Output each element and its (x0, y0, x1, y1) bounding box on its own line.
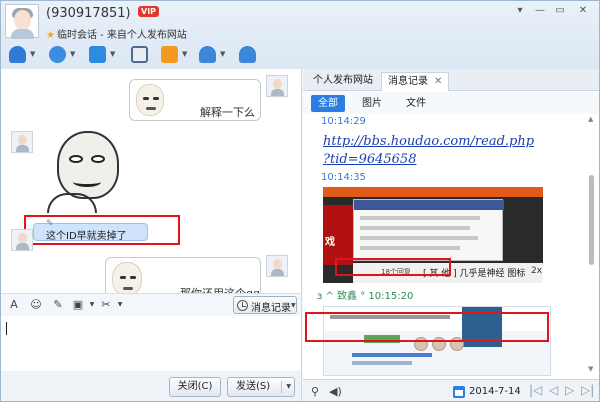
message-history-button[interactable]: 消息记录 ▼ (233, 296, 297, 314)
first-page-icon[interactable]: |◁ (529, 383, 542, 397)
emoji-icon[interactable]: ☺ (29, 298, 43, 312)
prev-page-icon[interactable]: ◁ (549, 383, 558, 397)
chevron-down-icon[interactable]: ▼ (286, 378, 291, 396)
history-filter-bar: 全部 图片 文件 (303, 92, 599, 114)
contact-id: (930917851) (46, 6, 131, 21)
annotation-highlight (305, 312, 549, 342)
menu-arrow-icon[interactable]: ▾ (513, 5, 527, 16)
text-caret (6, 322, 7, 335)
contact-avatar-small[interactable] (11, 229, 33, 251)
message-text: 这个ID早就卖掉了 (46, 231, 127, 242)
chevron-down-icon[interactable]: ▼ (113, 298, 127, 312)
history-label: 消息记录 (251, 303, 291, 314)
search-icon[interactable]: ⚲ (311, 385, 319, 398)
history-log: 10:14:29 http://bbs.houdao.com/read.php … (303, 114, 585, 378)
send-label: 发送(S) (236, 381, 271, 392)
window-header: (930917851) VIP ★ 临时会话 - 来自个人发布网站 ▾ — ▭ ✕… (1, 1, 599, 69)
timestamp: 10:14:29 (321, 116, 366, 127)
scroll-down-icon[interactable]: ▼ (588, 365, 593, 373)
voice-call-button[interactable]: ▼ (47, 45, 81, 65)
meme-image (136, 84, 164, 116)
chevron-down-icon: ▼ (70, 50, 76, 58)
history-link[interactable]: http://bbs.houdao.com/read.php (323, 134, 534, 149)
camera-icon (9, 46, 26, 63)
side-tabbar: 个人发布网站 消息记录 ✕ (303, 69, 599, 91)
message-text: 解释一下么 (200, 106, 255, 119)
history-scrollbar[interactable]: ▲ ▼ (587, 115, 597, 375)
history-statusbar: ⚲ ◀) 2014-7-14 |◁ ◁ ▷ ▷| (303, 379, 599, 401)
message-bubble: 那你还用这个qq (105, 257, 261, 293)
send-file-button[interactable]: ▼ (87, 45, 121, 65)
self-avatar[interactable] (266, 255, 288, 277)
zoom-icon[interactable]: 2x (531, 266, 542, 276)
bottom-bar: 关闭(C) 发送(S) ▼ (1, 371, 302, 401)
next-page-icon[interactable]: ▷ (565, 383, 574, 397)
close-window-button[interactable]: ✕ (576, 5, 590, 16)
image-icon[interactable]: ▣ (71, 298, 85, 312)
annotation-highlight (335, 258, 451, 276)
input-toolbar: A ☺ ✎ ▣ ▼ ✂ ▼ 消息记录 ▼ (1, 293, 302, 316)
vip-badge: VIP (138, 6, 160, 17)
minimize-button[interactable]: — (533, 5, 547, 16)
tab-label: 消息记录 (388, 76, 428, 87)
tab-personal-site[interactable]: 个人发布网站 (307, 72, 379, 91)
message-text: 那你还用这个qq (180, 285, 260, 293)
chevron-down-icon: ▼ (220, 50, 226, 58)
filter-files[interactable]: 文件 (399, 95, 433, 112)
add-user-button[interactable] (237, 45, 271, 65)
message-input[interactable] (1, 316, 302, 371)
message-bubble: 这个ID早就卖掉了 ✎ (33, 219, 148, 242)
block-user-button[interactable]: ▼ (197, 45, 231, 65)
last-page-icon[interactable]: ▷| (581, 383, 594, 397)
contact-avatar[interactable] (5, 4, 39, 39)
remote-desktop-button[interactable] (129, 45, 163, 65)
self-avatar[interactable] (266, 75, 288, 97)
chevron-down-icon: ▼ (110, 50, 116, 58)
chevron-down-icon: ▼ (182, 50, 188, 58)
app-icon (161, 46, 178, 63)
filter-all[interactable]: 全部 (311, 95, 345, 112)
microphone-icon (49, 46, 66, 63)
sender-line: ɜ ^ 致鑫 ° 10:15:20 (317, 291, 414, 302)
contact-avatar-small[interactable] (11, 131, 33, 153)
chevron-down-icon[interactable]: ▼ (85, 298, 99, 312)
screen-icon (131, 46, 148, 63)
scissors-icon[interactable]: ✂ (99, 298, 113, 312)
speaker-icon[interactable]: ◀) (329, 385, 342, 398)
font-icon[interactable]: A (7, 298, 21, 312)
message-bubble: 解释一下么 (129, 79, 261, 121)
scroll-thumb[interactable] (589, 175, 594, 265)
scroll-up-icon[interactable]: ▲ (588, 115, 593, 123)
meme-sticker (47, 131, 125, 215)
session-subtitle-text: 临时会话 - 来自个人发布网站 (56, 30, 187, 41)
star-icon: ★ (46, 30, 55, 41)
user-add-icon (239, 46, 256, 63)
folder-icon (89, 46, 106, 63)
edit-icon[interactable]: ✎ (51, 298, 65, 312)
pin-icon: ✎ (46, 219, 54, 229)
history-link-cont[interactable]: ?tid=9645658 (323, 152, 416, 167)
meme-image (112, 262, 142, 293)
video-call-button[interactable]: ▼ (7, 45, 41, 65)
chat-history: 解释一下么 这个ID早就卖掉了 ✎ 那你还用这个qq (1, 69, 302, 293)
side-panel: 个人发布网站 消息记录 ✕ 全部 图片 文件 10:14:29 http://bb… (303, 69, 599, 401)
close-tab-icon[interactable]: ✕ (434, 76, 442, 87)
top-toolbar: ▼ ▼ ▼ ▼ ▼ (1, 43, 301, 67)
session-subtitle: ★ 临时会话 - 来自个人发布网站 (46, 26, 187, 41)
history-date: 2014-7-14 (469, 386, 521, 397)
timestamp: 10:14:35 (321, 172, 366, 183)
clock-icon (237, 300, 248, 311)
chevron-down-icon: ▼ (30, 50, 36, 58)
filter-images[interactable]: 图片 (355, 95, 389, 112)
chevron-down-icon: ▼ (291, 302, 296, 309)
tab-message-history[interactable]: 消息记录 ✕ (381, 72, 450, 91)
calendar-icon[interactable] (453, 386, 465, 398)
separator (281, 381, 282, 393)
chat-window: (930917851) VIP ★ 临时会话 - 来自个人发布网站 ▾ — ▭ ✕… (0, 0, 600, 402)
close-button[interactable]: 关闭(C) (169, 377, 221, 397)
app-button[interactable]: ▼ (159, 45, 193, 65)
maximize-button[interactable]: ▭ (553, 5, 567, 16)
send-button[interactable]: 发送(S) ▼ (227, 377, 295, 397)
user-block-icon (199, 46, 216, 63)
